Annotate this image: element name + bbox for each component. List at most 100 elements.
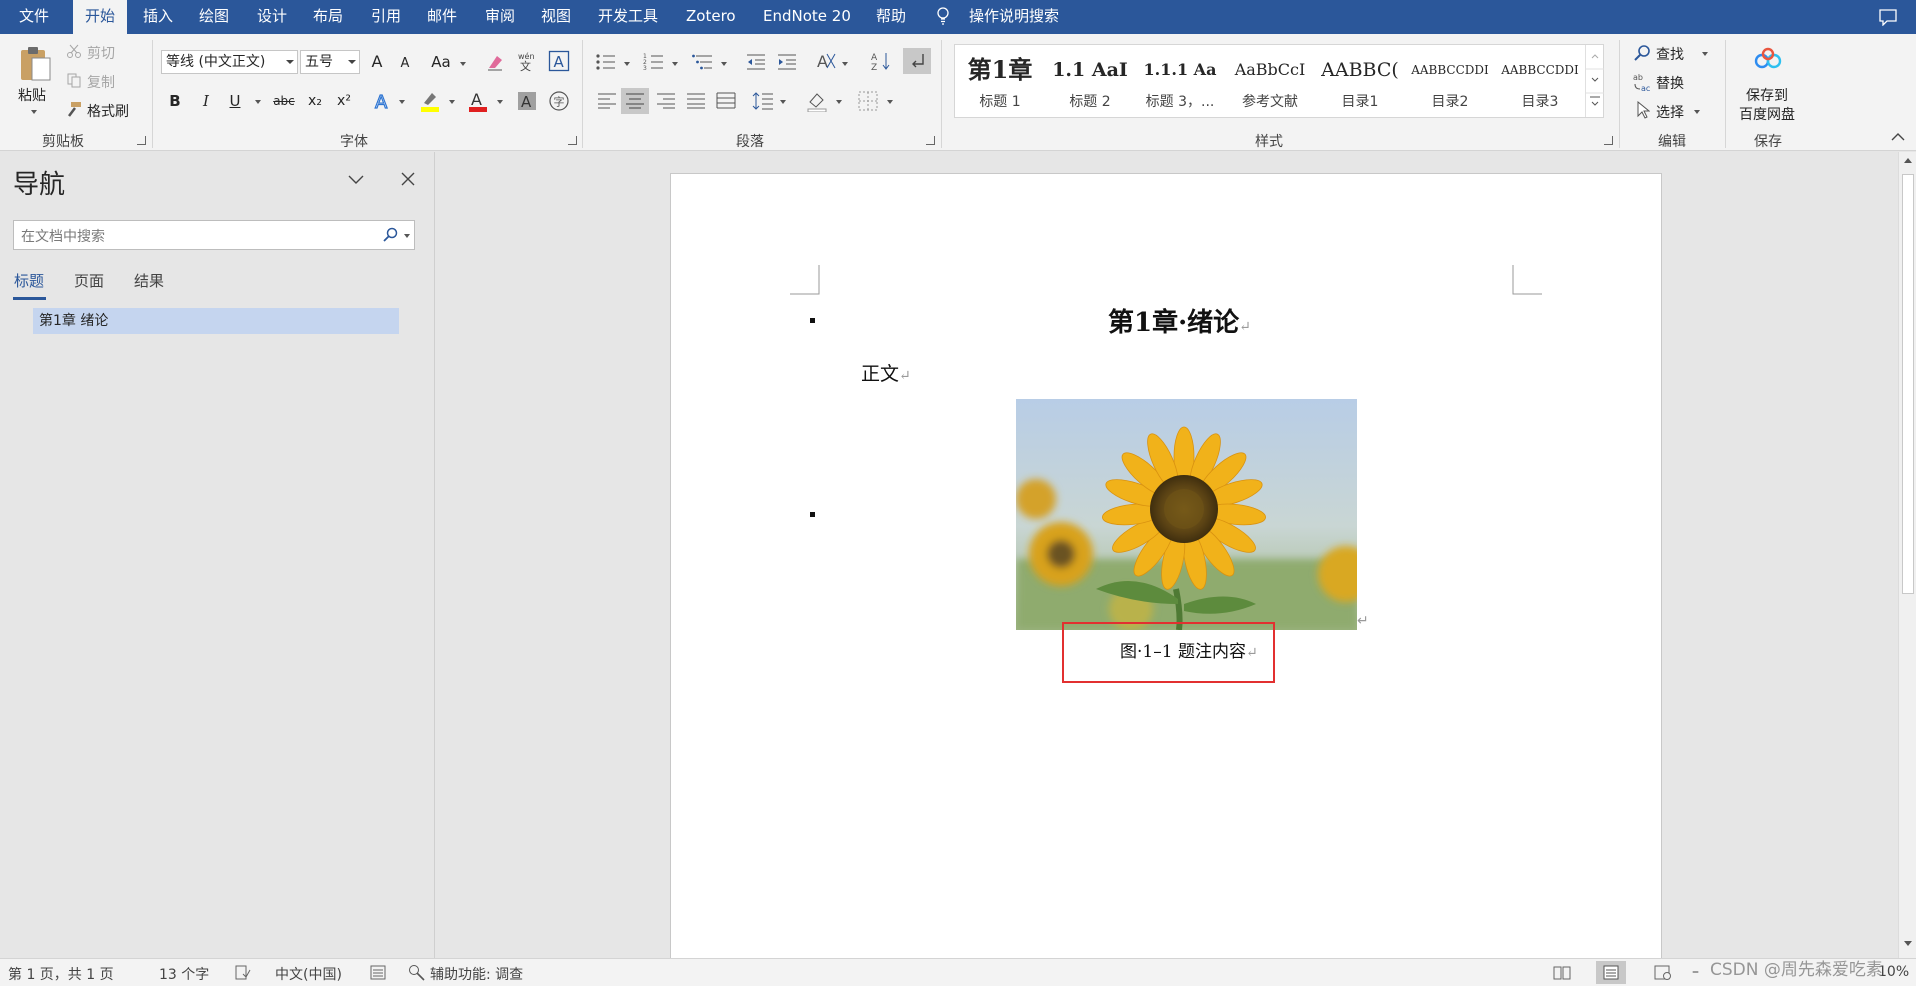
accessibility-status[interactable]: 辅助功能: 调查 bbox=[430, 964, 523, 984]
style-references[interactable]: AaBbCcI 参考文献 bbox=[1225, 45, 1315, 117]
format-painter-button[interactable]: 格式刷 bbox=[87, 101, 129, 121]
strikethrough-button[interactable]: abc bbox=[271, 88, 297, 114]
nav-tab-pages[interactable]: 页面 bbox=[74, 270, 104, 291]
document-body-text[interactable]: 正文↵ bbox=[861, 359, 911, 386]
nav-tab-results[interactable]: 结果 bbox=[134, 270, 164, 291]
menu-layout[interactable]: 布局 bbox=[313, 0, 343, 34]
align-right-icon[interactable] bbox=[656, 92, 676, 110]
numbering-icon[interactable]: 123 bbox=[643, 52, 665, 72]
copy-button[interactable]: 复制 bbox=[87, 72, 115, 92]
search-icon[interactable] bbox=[383, 227, 399, 243]
macro-icon[interactable] bbox=[370, 965, 386, 980]
paragraph-launcher-icon[interactable] bbox=[926, 136, 935, 145]
font-size-select[interactable]: 五号 bbox=[300, 50, 360, 74]
character-border-icon[interactable]: A bbox=[548, 50, 570, 72]
scroll-up-icon[interactable] bbox=[1903, 156, 1913, 164]
asian-layout-dropdown-icon[interactable] bbox=[842, 62, 848, 66]
find-button[interactable]: 查找 bbox=[1656, 44, 1684, 64]
page-count[interactable]: 第 1 页，共 1 页 bbox=[8, 964, 114, 984]
styles-launcher-icon[interactable] bbox=[1604, 136, 1613, 145]
menu-mailings[interactable]: 邮件 bbox=[427, 0, 457, 34]
font-name-select[interactable]: 等线 (中文正文) bbox=[161, 50, 298, 74]
language-indicator[interactable]: 中文(中国) bbox=[275, 964, 342, 984]
change-case-dropdown-icon[interactable] bbox=[460, 62, 466, 66]
highlight-dropdown-icon[interactable] bbox=[449, 100, 455, 104]
paste-dropdown-icon[interactable] bbox=[31, 110, 37, 114]
nav-heading-item[interactable]: 第1章 绪论 bbox=[33, 308, 399, 334]
menu-endnote[interactable]: EndNote 20 bbox=[763, 0, 851, 34]
select-dropdown-icon[interactable] bbox=[1694, 110, 1700, 114]
clear-formatting-icon[interactable] bbox=[485, 52, 505, 72]
gallery-scroll[interactable] bbox=[1585, 45, 1604, 117]
style-heading-2[interactable]: 1.1 AaI 标题 2 bbox=[1045, 45, 1135, 117]
save-to-baidu-line1[interactable]: 保存到 bbox=[1746, 85, 1788, 105]
shrink-font-button[interactable]: A bbox=[392, 51, 418, 77]
cut-button[interactable]: 剪切 bbox=[87, 43, 115, 63]
menu-developer[interactable]: 开发工具 bbox=[598, 0, 658, 34]
justify-icon[interactable] bbox=[686, 92, 706, 110]
select-button[interactable]: 选择 bbox=[1656, 102, 1684, 122]
align-left-icon[interactable] bbox=[597, 92, 617, 110]
find-dropdown-icon[interactable] bbox=[1702, 52, 1708, 56]
numbering-dropdown-icon[interactable] bbox=[672, 62, 678, 66]
increase-indent-icon[interactable] bbox=[776, 52, 798, 72]
decrease-indent-icon[interactable] bbox=[745, 52, 767, 72]
shading-icon[interactable] bbox=[806, 90, 828, 112]
zoom-out-button[interactable]: – bbox=[1692, 964, 1699, 980]
save-to-baidu-line2[interactable]: 百度网盘 bbox=[1739, 104, 1795, 124]
sort-icon[interactable]: AZ bbox=[870, 50, 892, 72]
collapse-ribbon-icon[interactable] bbox=[1890, 132, 1906, 142]
menu-insert[interactable]: 插入 bbox=[143, 0, 173, 34]
borders-icon[interactable] bbox=[857, 90, 879, 112]
underline-button[interactable]: U bbox=[222, 88, 248, 114]
menu-zotero[interactable]: Zotero bbox=[686, 0, 736, 34]
multilevel-list-icon[interactable] bbox=[692, 52, 714, 72]
menu-file[interactable]: 文件 bbox=[19, 0, 49, 34]
subscript-button[interactable]: x₂ bbox=[302, 88, 328, 114]
font-color-dropdown-icon[interactable] bbox=[497, 100, 503, 104]
bullets-dropdown-icon[interactable] bbox=[624, 62, 630, 66]
comments-icon[interactable] bbox=[1878, 8, 1898, 26]
proofing-icon[interactable] bbox=[235, 965, 251, 980]
scrollbar-thumb[interactable] bbox=[1902, 174, 1914, 594]
superscript-button[interactable]: x² bbox=[331, 88, 357, 114]
align-center-icon[interactable] bbox=[621, 88, 649, 114]
gallery-scroll-arrows-icon[interactable] bbox=[1586, 45, 1604, 117]
enclose-characters-icon[interactable]: 字 bbox=[548, 90, 570, 112]
line-spacing-icon[interactable] bbox=[752, 90, 774, 112]
replace-button[interactable]: 替换 bbox=[1656, 73, 1684, 93]
baidu-netdisk-icon[interactable] bbox=[1753, 46, 1783, 72]
paste-icon[interactable] bbox=[18, 44, 52, 84]
font-launcher-icon[interactable] bbox=[568, 136, 577, 145]
show-formatting-marks-icon[interactable] bbox=[903, 48, 931, 74]
change-case-button[interactable]: Aa bbox=[428, 49, 454, 75]
sunflower-picture[interactable] bbox=[1016, 399, 1357, 630]
style-toc-3[interactable]: AABBCCDDI 目录3 bbox=[1495, 45, 1585, 117]
style-heading-3[interactable]: 1.1.1 Aa 标题 3，... bbox=[1135, 45, 1225, 117]
nav-search-input[interactable]: 在文档中搜索 bbox=[13, 220, 415, 250]
bold-button[interactable]: B bbox=[162, 88, 188, 114]
menu-home[interactable]: 开始 bbox=[73, 0, 128, 36]
menu-draw[interactable]: 绘图 bbox=[199, 0, 229, 34]
search-options-dropdown-icon[interactable] bbox=[404, 234, 410, 238]
phonetic-guide-icon[interactable]: wén文 bbox=[516, 50, 538, 72]
text-effects-icon[interactable]: A bbox=[372, 90, 394, 112]
menu-help[interactable]: 帮助 bbox=[876, 0, 906, 34]
web-layout-icon[interactable] bbox=[1654, 965, 1672, 980]
vertical-scrollbar[interactable] bbox=[1898, 152, 1916, 958]
font-color-icon[interactable]: A bbox=[466, 89, 490, 113]
italic-button[interactable]: I bbox=[193, 88, 219, 114]
bullets-icon[interactable] bbox=[595, 52, 617, 72]
nav-tab-headings[interactable]: 标题 bbox=[14, 270, 44, 291]
document-heading[interactable]: 第1章·绪论↵ bbox=[1108, 302, 1251, 339]
style-toc-2[interactable]: AABBCCDDI 目录2 bbox=[1405, 45, 1495, 117]
shading-dropdown-icon[interactable] bbox=[836, 100, 842, 104]
menu-review[interactable]: 审阅 bbox=[485, 0, 515, 34]
tell-me-search[interactable]: 操作说明搜索 bbox=[969, 0, 1059, 34]
print-layout-active[interactable] bbox=[1596, 961, 1626, 984]
highlight-icon[interactable] bbox=[418, 89, 442, 113]
read-mode-icon[interactable] bbox=[1553, 965, 1571, 980]
menu-view[interactable]: 视图 bbox=[541, 0, 571, 34]
underline-dropdown-icon[interactable] bbox=[255, 100, 261, 104]
style-toc-1[interactable]: AABBC( 目录1 bbox=[1315, 45, 1405, 117]
